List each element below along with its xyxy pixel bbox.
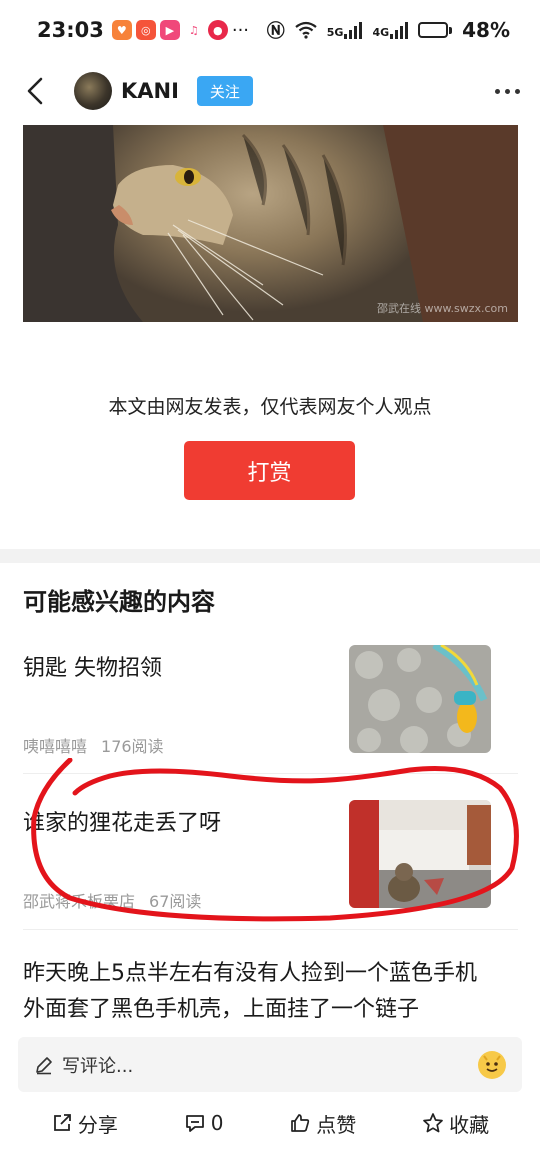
app-notification-icon: ♥ bbox=[111, 20, 132, 40]
recommendations-title: 可能感兴趣的内容 bbox=[23, 588, 215, 616]
more-notifications-icon: ··· bbox=[231, 19, 250, 41]
list-separator bbox=[23, 929, 518, 930]
smiley-icon bbox=[480, 1053, 504, 1078]
recommendation-meta: 咦嘻嘻嘻 176阅读 bbox=[23, 733, 164, 757]
app-notification-icon: ◎ bbox=[135, 20, 156, 40]
thumbs-up-icon bbox=[291, 1114, 310, 1132]
article-header: KANI 关注 bbox=[0, 60, 540, 122]
wifi-icon bbox=[295, 21, 317, 39]
recommendation-title: 钥匙 失物招领 bbox=[23, 656, 162, 681]
recommendation-reads: 67阅读 bbox=[149, 892, 202, 911]
favorite-label: 收藏 bbox=[449, 1112, 490, 1137]
recommendation-reads: 176阅读 bbox=[101, 737, 164, 756]
comment-count: 0 bbox=[210, 1111, 224, 1135]
recommendation-meta: 邵武蒋禾板栗店 67阅读 bbox=[23, 888, 201, 912]
battery-icon bbox=[418, 22, 453, 38]
comment-input[interactable]: 写评论... bbox=[18, 1037, 522, 1092]
music-icon: ♫ bbox=[183, 20, 204, 40]
comment-icon bbox=[185, 1115, 204, 1132]
follow-button[interactable]: 关注 bbox=[196, 76, 253, 106]
section-divider bbox=[0, 549, 540, 563]
share-label: 分享 bbox=[77, 1112, 118, 1137]
battery-percent: 48% bbox=[462, 18, 510, 42]
share-button[interactable]: 分享 bbox=[51, 1109, 118, 1138]
list-separator bbox=[23, 773, 518, 774]
more-dots-icon bbox=[495, 88, 500, 94]
recommendation-item[interactable]: 谁家的狸花走丢了呀 邵武蒋禾板栗店 67阅读 bbox=[23, 800, 518, 955]
recommendation-thumbnail bbox=[349, 645, 491, 753]
recommendation-item[interactable]: 昨天晚上5点半左右有没有人捡到一个蓝色手机 外面套了黑色手机壳，上面挂了一个链子 bbox=[23, 956, 523, 1028]
recommendation-title: 谁家的狸花走丢了呀 bbox=[23, 811, 222, 836]
disclaimer-text: 本文由网友发表，仅代表网友个人观点 bbox=[108, 396, 432, 418]
network-4g-label: 4G bbox=[372, 26, 390, 39]
author-name[interactable]: KANI bbox=[121, 79, 179, 103]
favorite-button[interactable]: 收藏 bbox=[422, 1109, 489, 1138]
comment-button[interactable]: 0 bbox=[184, 1111, 224, 1135]
nfc-icon: Ⓝ bbox=[266, 21, 285, 42]
music-app-icon: ● bbox=[207, 20, 228, 40]
video-app-icon: ▶ bbox=[159, 20, 180, 40]
action-bar: 分享 0 点赞 收藏 bbox=[0, 1098, 540, 1148]
status-bar: 23:03 ♥ ◎ ▶ ♫ ● ··· Ⓝ 5G 4G 48% bbox=[0, 0, 540, 60]
like-button[interactable]: 点赞 bbox=[289, 1109, 356, 1138]
article-image[interactable]: 邵武在线 www.swzx.com bbox=[23, 125, 518, 322]
author-avatar[interactable] bbox=[74, 72, 112, 110]
back-button[interactable] bbox=[20, 71, 50, 111]
back-arrow-icon bbox=[27, 77, 43, 105]
recommendation-author: 邵武蒋禾板栗店 bbox=[23, 892, 136, 911]
emoji-button[interactable] bbox=[478, 1050, 506, 1079]
share-icon bbox=[54, 1114, 71, 1131]
status-time: 23:03 bbox=[37, 18, 104, 42]
recommendation-thumbnail bbox=[349, 800, 491, 908]
reward-button[interactable]: 打赏 bbox=[184, 441, 355, 500]
more-options-button[interactable] bbox=[495, 79, 520, 104]
network-5g-label: 5G bbox=[326, 26, 344, 39]
recommendation-item[interactable]: 钥匙 失物招领 咦嘻嘻嘻 176阅读 bbox=[23, 645, 518, 800]
recommendation-author: 咦嘻嘻嘻 bbox=[23, 737, 88, 756]
cat-photo bbox=[23, 125, 518, 322]
comment-placeholder: 写评论... bbox=[62, 1055, 134, 1077]
notification-icons: ♥ ◎ ▶ ♫ ● ··· bbox=[111, 19, 250, 41]
recommendation-title-line1: 昨天晚上5点半左右有没有人捡到一个蓝色手机 bbox=[23, 961, 477, 986]
image-watermark: 邵武在线 www.swzx.com bbox=[377, 302, 508, 315]
signal-4g-icon: 4G bbox=[372, 21, 409, 39]
edit-icon bbox=[36, 1056, 52, 1074]
signal-5g-icon: 5G bbox=[327, 21, 363, 39]
recommendation-title-line2: 外面套了黑色手机壳，上面挂了一个链子 bbox=[23, 997, 420, 1022]
like-label: 点赞 bbox=[316, 1112, 357, 1137]
star-icon bbox=[423, 1113, 443, 1133]
